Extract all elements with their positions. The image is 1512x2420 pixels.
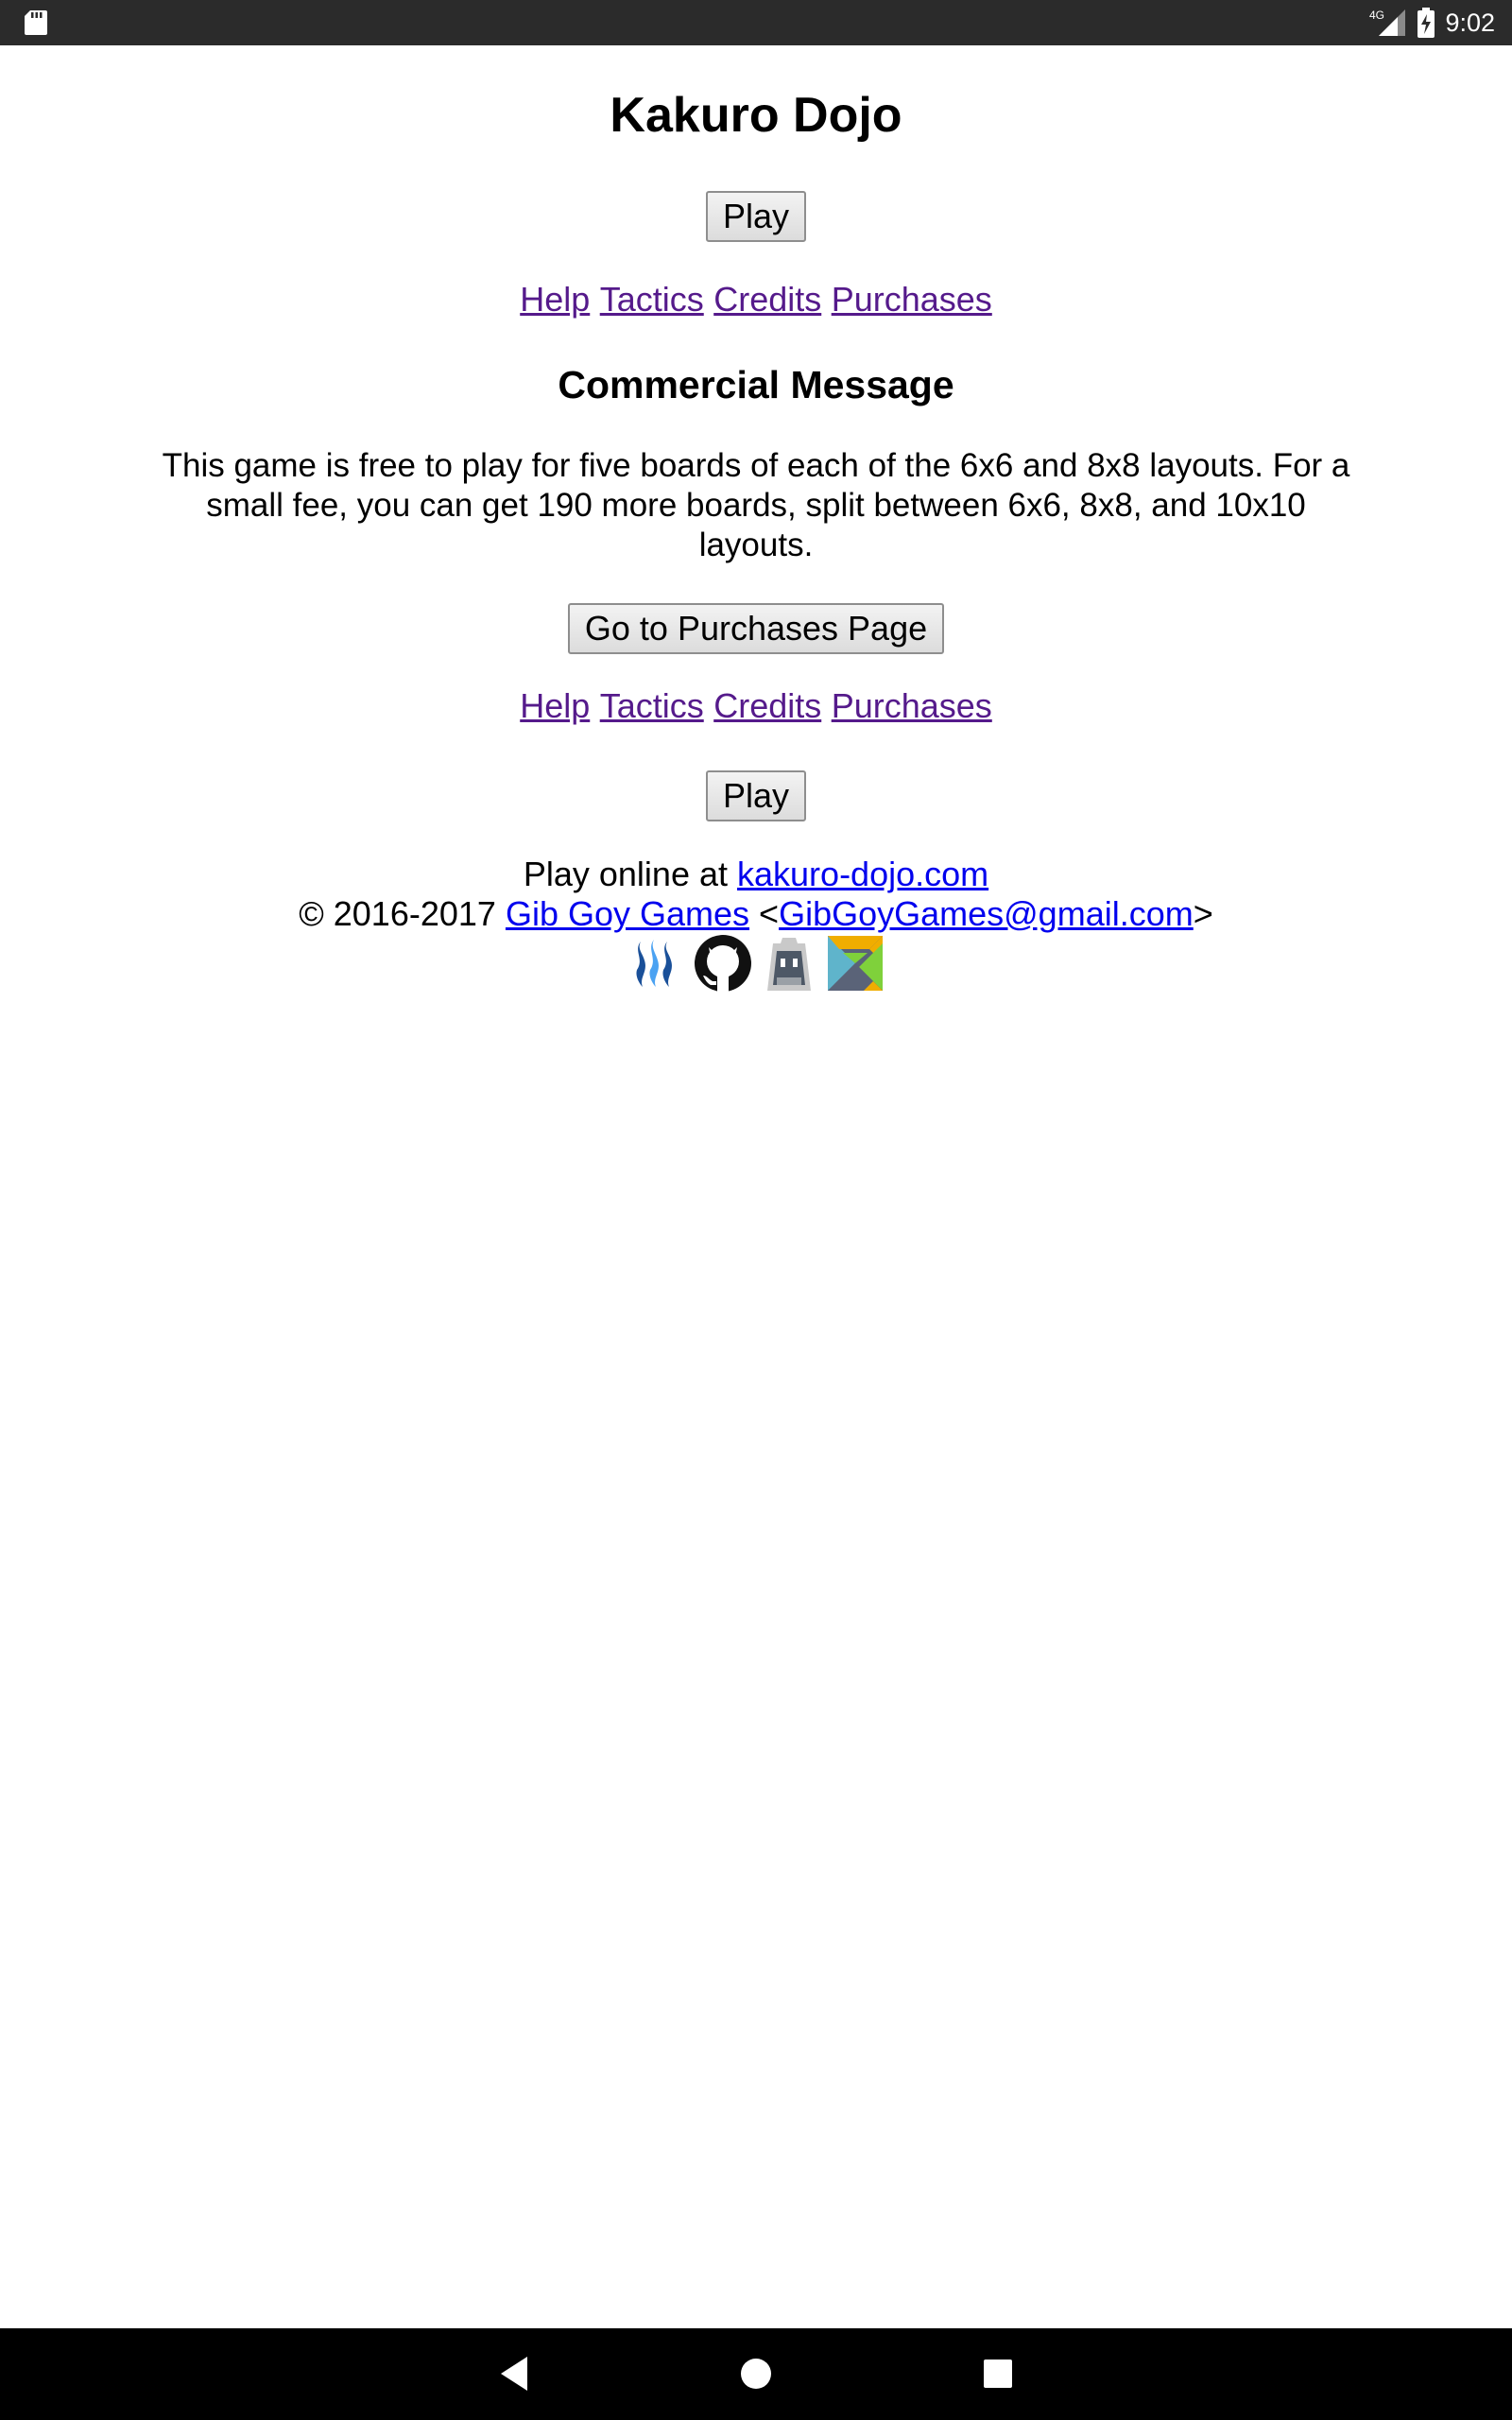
top-play-row: Play: [0, 191, 1512, 242]
commercial-message: This game is free to play for five board…: [162, 447, 1350, 563]
elm-icon[interactable]: [826, 934, 885, 993]
system-nav-bar: [0, 2328, 1512, 2420]
company-link[interactable]: Gib Goy Games: [506, 894, 749, 933]
play-button-bottom[interactable]: Play: [705, 770, 807, 821]
email-link[interactable]: GibGoyGames@gmail.com: [779, 894, 1194, 933]
badge-row: [0, 934, 1512, 993]
steemit-icon[interactable]: [627, 934, 686, 993]
battery-charging-icon: [1418, 8, 1435, 38]
tactics-link[interactable]: Tactics: [600, 686, 704, 725]
status-bar: 4G 9:02: [0, 0, 1512, 45]
copyright-text: © 2016-2017: [299, 894, 506, 933]
signal-4g-icon: 4G: [1369, 9, 1406, 36]
recents-icon[interactable]: [971, 2347, 1024, 2400]
purchases-link[interactable]: Purchases: [832, 686, 992, 725]
purchases-link[interactable]: Purchases: [832, 280, 992, 319]
play-button-top[interactable]: Play: [705, 191, 807, 242]
credits-link[interactable]: Credits: [713, 686, 821, 725]
go-to-purchases-button[interactable]: Go to Purchases Page: [567, 603, 945, 654]
copyright-line: © 2016-2017 Gib Goy Games <GibGoyGames@g…: [0, 894, 1512, 934]
help-link[interactable]: Help: [520, 686, 590, 725]
home-icon[interactable]: [730, 2347, 782, 2400]
site-link[interactable]: kakuro-dojo.com: [737, 855, 988, 893]
back-icon[interactable]: [488, 2347, 541, 2400]
sd-card-icon: [25, 10, 47, 35]
bottom-play-row: Play: [0, 770, 1512, 821]
play-online-text: Play online at: [523, 855, 738, 893]
page-title: Kakuro Dojo: [610, 88, 902, 143]
purchases-button-row: Go to Purchases Page: [0, 603, 1512, 654]
nav-links-bottom: Help Tactics Credits Purchases: [0, 686, 1512, 726]
cordova-icon[interactable]: [760, 934, 818, 993]
page-content: Kakuro Dojo Play Help Tactics Credits Pu…: [0, 45, 1512, 2328]
github-icon[interactable]: [694, 934, 752, 993]
help-link[interactable]: Help: [520, 280, 590, 319]
svg-text:4G: 4G: [1369, 9, 1384, 22]
email-close-bracket: >: [1193, 894, 1213, 933]
status-time: 9:02: [1445, 8, 1495, 37]
email-open-bracket: <: [749, 894, 780, 933]
commercial-heading: Commercial Message: [558, 363, 954, 406]
credits-link[interactable]: Credits: [713, 280, 821, 319]
nav-links-top: Help Tactics Credits Purchases: [0, 280, 1512, 320]
tactics-link[interactable]: Tactics: [600, 280, 704, 319]
play-online-line: Play online at kakuro-dojo.com: [0, 855, 1512, 894]
